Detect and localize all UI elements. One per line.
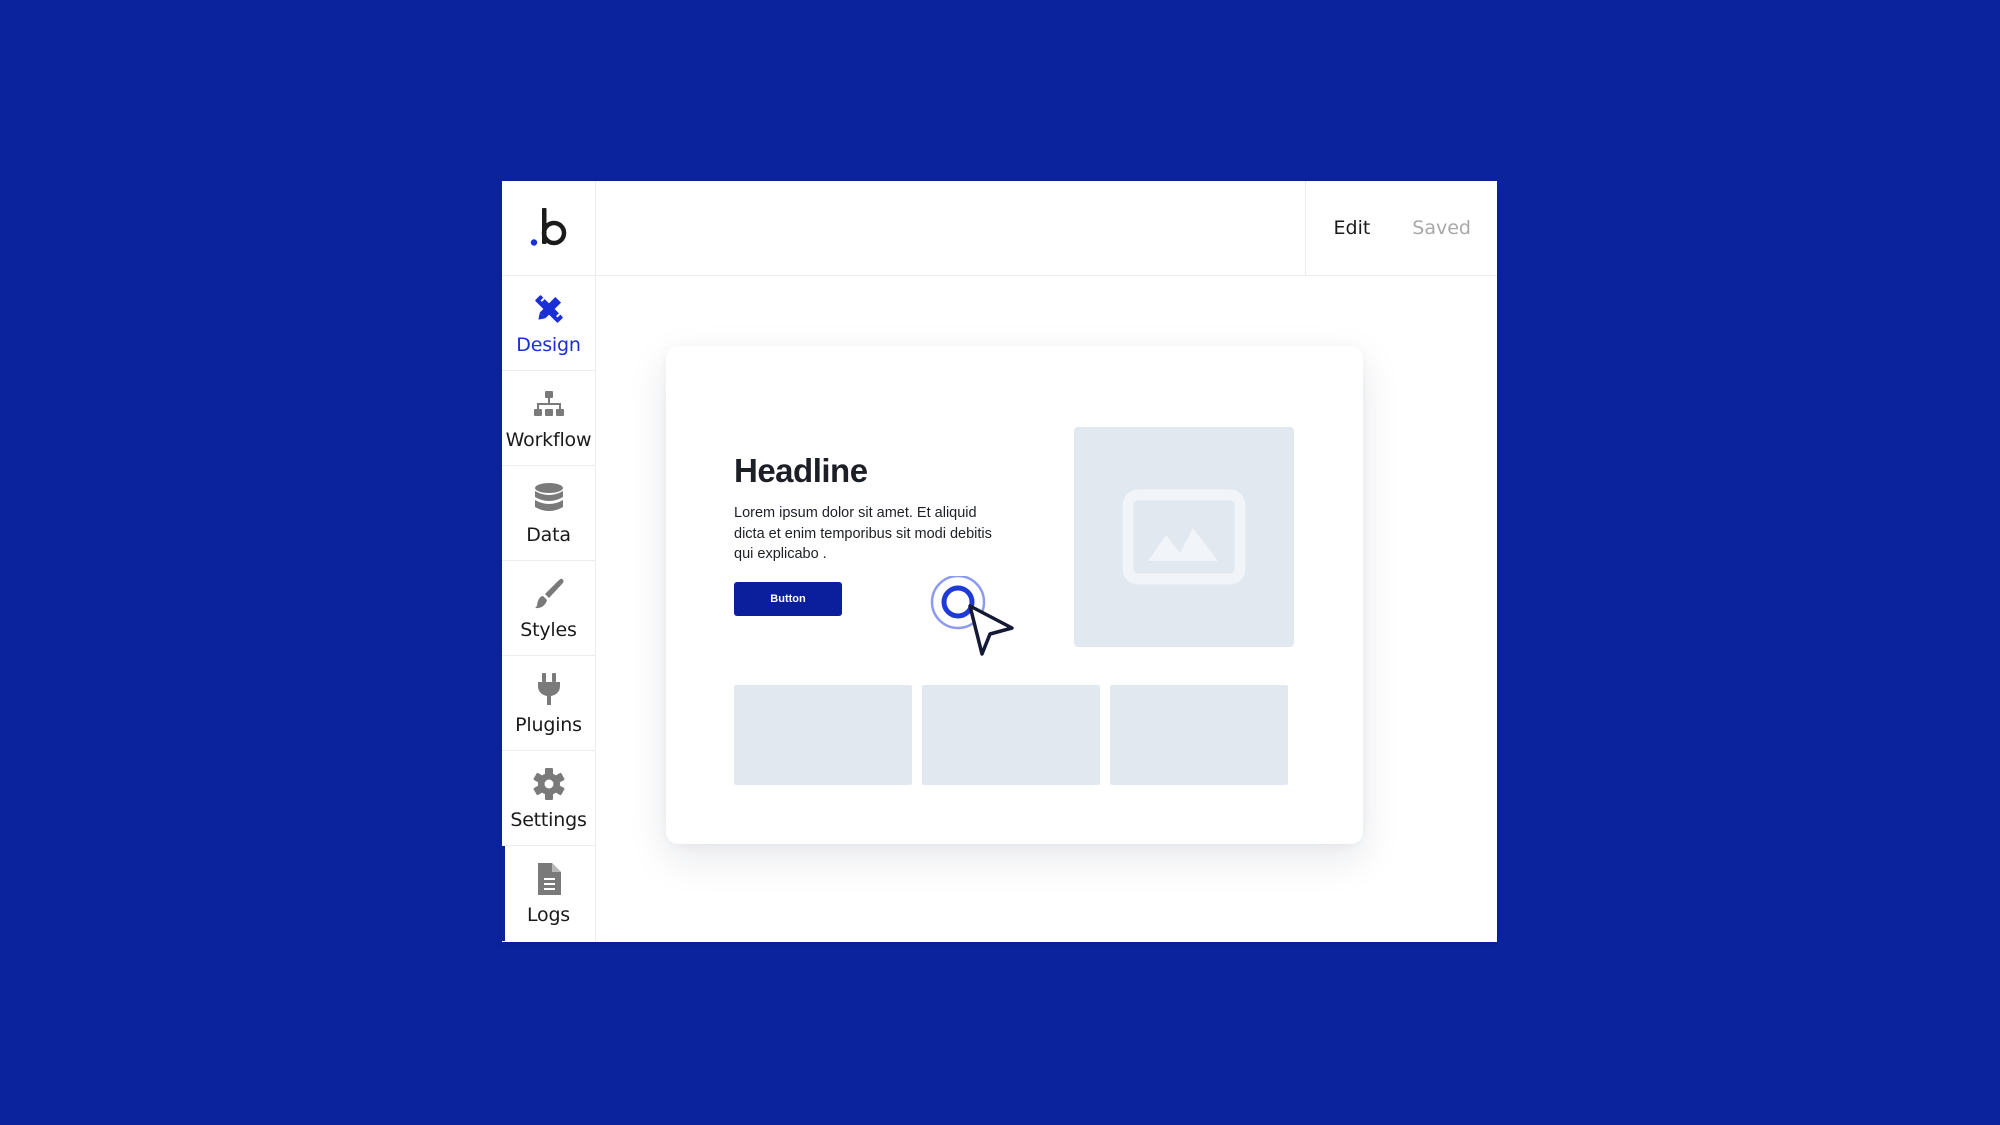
cta-button[interactable]: Button xyxy=(734,582,842,616)
sidebar-item-label: Plugins xyxy=(515,714,582,736)
header-actions: Edit Saved xyxy=(1305,181,1497,275)
sidebar-item-label: Workflow xyxy=(505,429,592,451)
brush-icon xyxy=(530,575,568,613)
sidebar-item-settings[interactable]: Settings xyxy=(502,751,595,846)
document-icon xyxy=(530,860,568,898)
gear-icon xyxy=(530,765,568,803)
saved-status: Saved xyxy=(1412,217,1471,239)
design-canvas[interactable]: Headline Lorem ipsum dolor sit amet. Et … xyxy=(597,277,1497,942)
content-tile[interactable] xyxy=(922,685,1100,785)
sidebar-item-data[interactable]: Data xyxy=(502,466,595,561)
sidebar-item-label: Data xyxy=(526,524,571,546)
body-text[interactable]: Lorem ipsum dolor sit amet. Et aliquid d… xyxy=(734,503,1004,565)
design-icon xyxy=(530,290,568,328)
workflow-icon xyxy=(530,385,568,423)
sidebar-item-label: Design xyxy=(516,334,581,356)
sidebar: Design Workflow Data Styles Plugins Sett… xyxy=(502,181,596,942)
database-icon xyxy=(530,480,568,518)
content-tile[interactable] xyxy=(1110,685,1288,785)
sidebar-item-label: Settings xyxy=(510,809,587,831)
headline[interactable]: Headline xyxy=(734,452,868,490)
bubble-logo-icon xyxy=(530,208,566,246)
sidebar-item-workflow[interactable]: Workflow xyxy=(502,371,595,466)
page-preview-card[interactable]: Headline Lorem ipsum dolor sit amet. Et … xyxy=(666,346,1363,844)
image-icon xyxy=(1122,489,1246,585)
sidebar-item-styles[interactable]: Styles xyxy=(502,561,595,656)
sidebar-item-label: Logs xyxy=(526,904,571,926)
logo[interactable] xyxy=(502,181,595,276)
app-window: Design Workflow Data Styles Plugins Sett… xyxy=(502,181,1497,942)
sidebar-item-logs[interactable]: Logs xyxy=(502,846,595,941)
image-placeholder[interactable] xyxy=(1074,427,1294,647)
edit-button[interactable]: Edit xyxy=(1334,217,1371,239)
top-bar: Edit Saved xyxy=(597,181,1497,276)
cursor-click-icon xyxy=(930,576,1014,656)
content-tile[interactable] xyxy=(734,685,912,785)
sidebar-item-label: Styles xyxy=(520,619,577,641)
sidebar-item-plugins[interactable]: Plugins xyxy=(502,656,595,751)
plug-icon xyxy=(530,670,568,708)
sidebar-item-design[interactable]: Design xyxy=(502,276,595,371)
